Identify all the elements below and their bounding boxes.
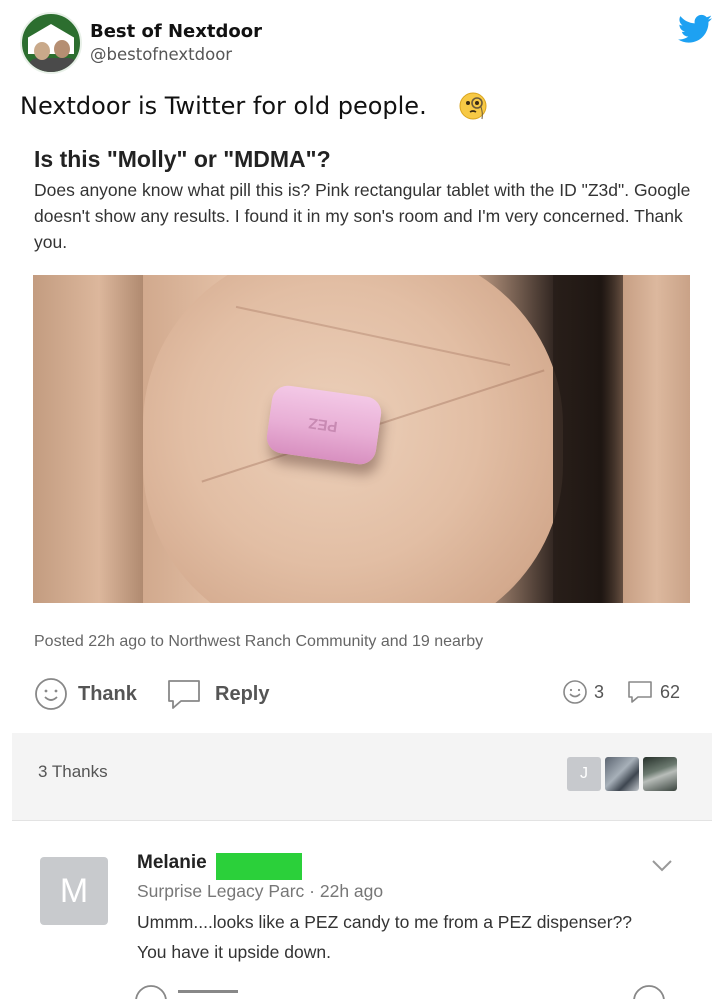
post-body: Does anyone know what pill this is? Pink… <box>34 180 691 252</box>
account-handle[interactable]: @bestofnextdoor <box>90 45 232 64</box>
thanker-avatar[interactable]: J <box>567 757 601 791</box>
comment-meta: Surprise Legacy Parc · 22h ago <box>137 881 384 901</box>
smile-icon <box>35 678 67 710</box>
account-name[interactable]: Best of Nextdoor <box>90 21 262 42</box>
replies-count: 62 <box>660 681 681 702</box>
thanks-bar-label[interactable]: 3 Thanks <box>38 762 108 782</box>
smile-icon <box>563 680 587 704</box>
commenter-avatar[interactable]: M <box>40 857 108 925</box>
replies-stat[interactable]: 62 <box>626 679 680 705</box>
reply-label: Reply <box>215 682 270 705</box>
thank-label-cut <box>178 990 238 993</box>
thank-button[interactable]: Thank <box>34 674 137 714</box>
speech-bubble-icon <box>168 680 200 709</box>
chevron-down-icon[interactable] <box>650 858 674 874</box>
smile-icon <box>633 985 665 999</box>
redaction-bar <box>216 853 302 880</box>
post-title: Is this "Molly" or "MDMA"? <box>34 146 331 172</box>
thanker-avatars[interactable]: J <box>567 757 677 791</box>
face-with-monocle-icon <box>459 92 487 120</box>
comment-text: Ummm....looks like a PEZ candy to me fro… <box>137 912 633 962</box>
thanks-count: 3 <box>594 681 605 702</box>
smile-icon[interactable] <box>134 984 168 999</box>
thanks-stat[interactable]: 3 <box>562 679 604 705</box>
speech-bubble-icon <box>628 681 652 703</box>
twitter-bird-icon <box>678 14 712 43</box>
post-meta: Posted 22h ago to Northwest Ranch Commun… <box>34 633 484 650</box>
account-avatar[interactable] <box>20 12 82 74</box>
tweet-text: Nextdoor is Twitter for old people. <box>20 92 427 120</box>
thank-label: Thank <box>78 682 137 705</box>
pill-photo[interactable]: PEZ <box>33 275 690 603</box>
commenter-name[interactable]: Melanie <box>137 852 207 874</box>
thanker-avatar[interactable] <box>643 757 677 791</box>
thanker-avatar[interactable] <box>605 757 639 791</box>
reply-button[interactable]: Reply <box>165 674 269 714</box>
